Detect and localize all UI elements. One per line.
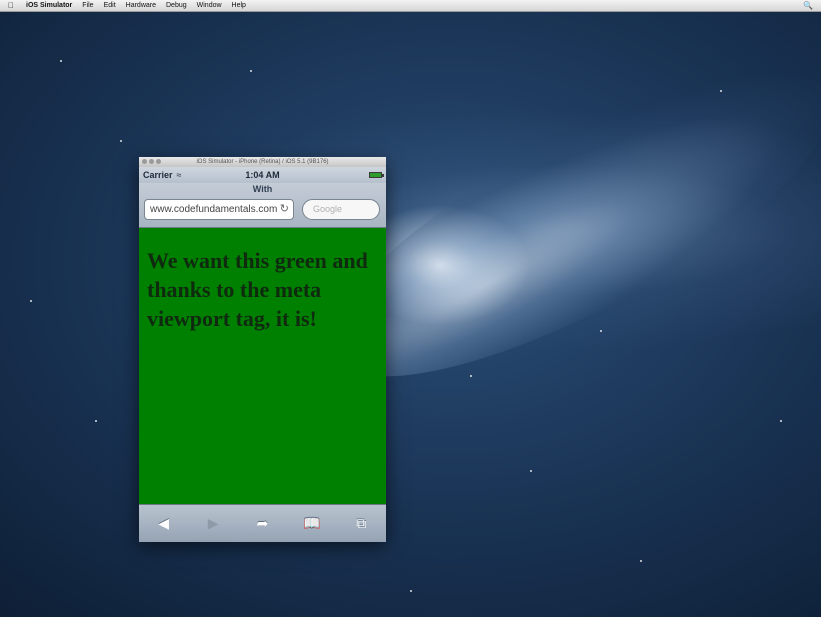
menu-edit[interactable]: Edit: [104, 0, 116, 11]
star: [250, 70, 252, 72]
menu-debug[interactable]: Debug: [166, 0, 187, 11]
page-heading: We want this green and thanks to the met…: [147, 248, 368, 331]
bookmarks-icon[interactable]: 📖: [297, 515, 327, 532]
menu-app-name[interactable]: iOS Simulator: [26, 0, 72, 11]
menu-window[interactable]: Window: [197, 0, 222, 11]
ios-simulator-window: iOS Simulator - iPhone (Retina) / iOS 5.…: [139, 157, 386, 542]
battery-icon: [369, 172, 384, 178]
window-title: iOS Simulator - iPhone (Retina) / iOS 5.…: [196, 159, 329, 165]
close-window-button[interactable]: [142, 159, 147, 164]
back-icon[interactable]: ◀: [149, 515, 179, 532]
star: [780, 420, 782, 422]
reload-icon[interactable]: ↻: [277, 200, 289, 219]
safari-toolbar: ◀ ▶ ➦ 📖 ⧉: [139, 504, 386, 542]
window-titlebar[interactable]: iOS Simulator - iPhone (Retina) / iOS 5.…: [139, 157, 386, 167]
star: [470, 375, 472, 377]
star: [600, 330, 602, 332]
tabs-icon[interactable]: ⧉: [346, 515, 376, 532]
star: [410, 590, 412, 592]
search-input[interactable]: Google: [302, 199, 380, 220]
web-content: We want this green and thanks to the met…: [139, 228, 386, 504]
menu-file[interactable]: File: [82, 0, 93, 11]
page-title: With: [252, 184, 273, 194]
star: [530, 470, 532, 472]
menu-hardware[interactable]: Hardware: [126, 0, 156, 11]
safari-navigation-bar: With www.codefundamentals.com ↻ Google: [139, 183, 386, 228]
share-icon[interactable]: ➦: [247, 515, 277, 532]
star: [30, 300, 32, 302]
star: [60, 60, 62, 62]
url-text: www.codefundamentals.com: [150, 204, 278, 215]
star: [95, 420, 97, 422]
forward-icon[interactable]: ▶: [198, 515, 228, 532]
star: [640, 560, 642, 562]
status-time: 1:04 AM: [245, 170, 280, 180]
ios-status-bar: Carrier ≈ 1:04 AM: [139, 167, 386, 183]
zoom-window-button[interactable]: [156, 159, 161, 164]
star: [120, 140, 122, 142]
apple-logo-icon[interactable]: : [8, 0, 18, 11]
star: [720, 90, 722, 92]
spotlight-search-icon[interactable]: 🔍: [803, 0, 813, 11]
menu-help[interactable]: Help: [232, 0, 246, 11]
url-field[interactable]: www.codefundamentals.com ↻: [144, 199, 294, 220]
mac-menu-bar:  iOS Simulator File Edit Hardware Debug…: [0, 0, 821, 12]
minimize-window-button[interactable]: [149, 159, 154, 164]
